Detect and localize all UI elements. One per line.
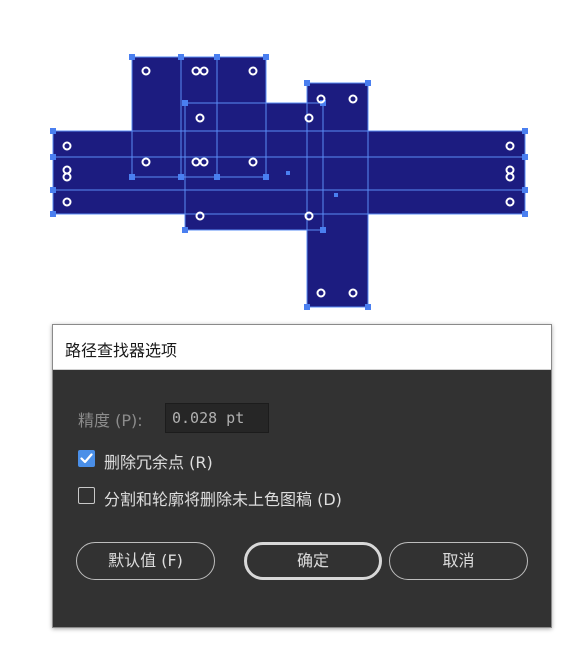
defaults-button[interactable]: 默认值 (F): [76, 542, 215, 580]
pathfinder-options-dialog: 路径查找器选项 精度 (P): 0.028 pt 删除冗余点 (R) 分割和轮廓…: [52, 324, 552, 628]
precision-label: 精度 (P):: [78, 411, 143, 430]
cancel-button[interactable]: 取消: [389, 542, 528, 580]
checkmark-icon: [80, 453, 93, 464]
artwork-shape[interactable]: [53, 57, 525, 307]
divide-outline-label: 分割和轮廓将删除未上色图稿 (D): [104, 490, 342, 509]
remove-redundant-points-label: 删除冗余点 (R): [104, 453, 213, 472]
divide-outline-checkbox[interactable]: [78, 487, 95, 504]
remove-redundant-points-checkbox[interactable]: [78, 450, 95, 467]
dialog-title: 路径查找器选项: [65, 341, 178, 360]
precision-input[interactable]: 0.028 pt: [165, 403, 269, 433]
ok-button[interactable]: 确定: [244, 542, 382, 580]
divide-outline-option[interactable]: 分割和轮廓将删除未上色图稿 (D): [78, 486, 408, 509]
dialog-titlebar[interactable]: 路径查找器选项: [53, 325, 551, 370]
artboard-canvas[interactable]: [0, 0, 579, 320]
remove-redundant-points-option[interactable]: 删除冗余点 (R): [78, 449, 278, 472]
